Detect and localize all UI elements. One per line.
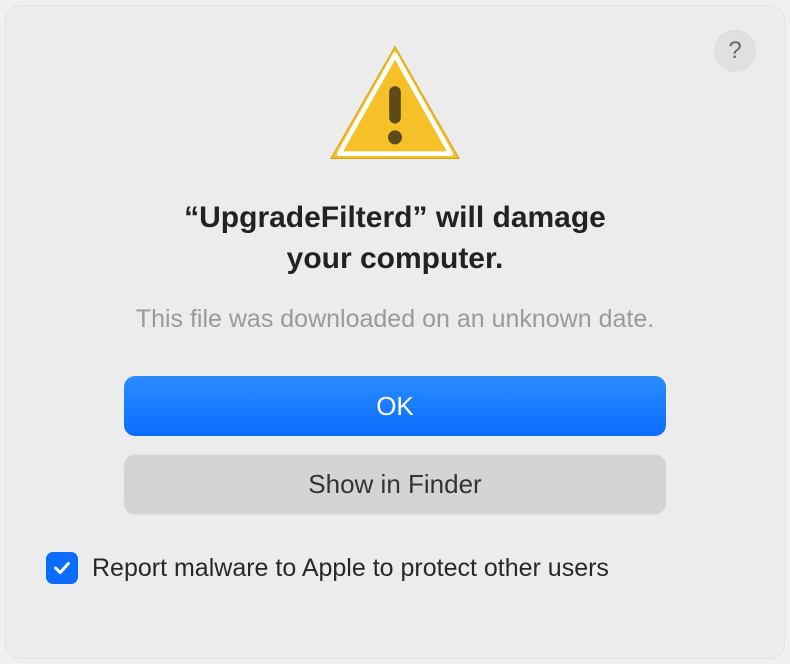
ok-button[interactable]: OK — [124, 376, 666, 436]
dialog-subtitle: This file was downloaded on an unknown d… — [44, 305, 746, 334]
report-malware-checkbox[interactable] — [46, 552, 78, 584]
malware-warning-dialog: ? “UpgradeFilterd” will damage your comp… — [6, 6, 784, 658]
report-malware-label[interactable]: Report malware to Apple to protect other… — [92, 554, 609, 583]
title-line-1: “UpgradeFilterd” will damage — [184, 201, 606, 234]
help-button[interactable]: ? — [714, 30, 756, 72]
dialog-title: “UpgradeFilterd” will damage your comput… — [64, 198, 726, 279]
report-malware-row: Report malware to Apple to protect other… — [44, 552, 746, 584]
check-icon — [51, 557, 73, 579]
title-line-2: your computer. — [287, 242, 504, 275]
show-in-finder-button[interactable]: Show in Finder — [124, 454, 666, 514]
show-in-finder-label: Show in Finder — [308, 469, 481, 500]
warning-icon — [325, 42, 465, 170]
button-group: OK Show in Finder — [44, 376, 746, 514]
help-icon: ? — [728, 37, 741, 65]
ok-button-label: OK — [376, 391, 414, 422]
